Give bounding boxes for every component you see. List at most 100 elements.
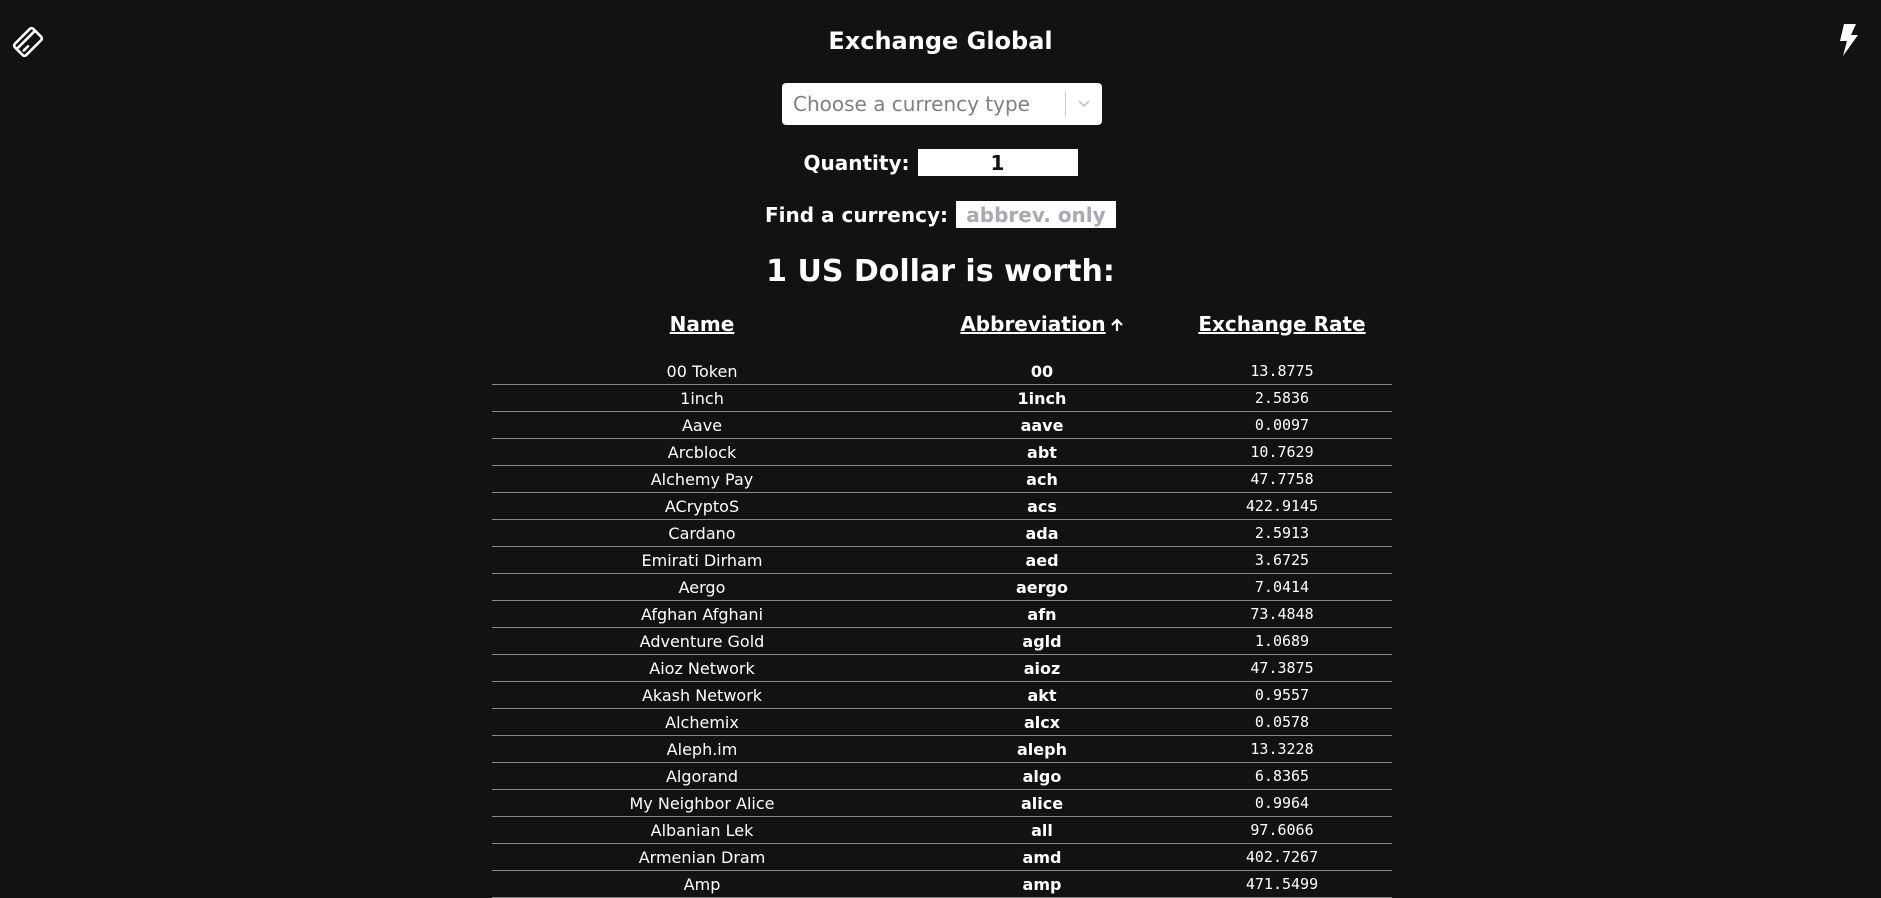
table-row: Adventure Gold agld 1.0689: [492, 627, 1392, 655]
currency-name-cell: Alchemix: [492, 708, 912, 736]
currency-abbreviation-cell: 1inch: [912, 384, 1172, 412]
exchange-rate-cell: 3.6725: [1172, 546, 1392, 574]
name-column-header[interactable]: Name: [492, 312, 912, 358]
table-row: My Neighbor Alice alice 0.9964: [492, 789, 1392, 817]
currency-name-cell: Armenian Dram: [492, 843, 912, 871]
currency-name-cell: ACryptoS: [492, 492, 912, 520]
currency-abbreviation-cell: alice: [912, 789, 1172, 817]
currency-select-placeholder: Choose a currency type: [793, 92, 1030, 116]
worth-heading: 1 US Dollar is worth:: [766, 254, 1115, 289]
exchange-rate-column-header[interactable]: Exchange Rate: [1172, 312, 1392, 358]
currency-name-cell: Amp: [492, 870, 912, 898]
name-header-label: Name: [669, 312, 735, 336]
chevron-down-icon[interactable]: [1066, 83, 1102, 125]
currency-name-cell: My Neighbor Alice: [492, 789, 912, 817]
exchange-rate-cell: 13.3228: [1172, 735, 1392, 763]
exchange-rate-cell: 47.3875: [1172, 654, 1392, 682]
exchange-rate-cell: 0.0578: [1172, 708, 1392, 736]
table-row: Arcblock abt 10.7629: [492, 438, 1392, 466]
currency-name-cell: Cardano: [492, 519, 912, 547]
currency-type-select[interactable]: Choose a currency type: [782, 83, 1102, 125]
table-row: Cardano ada 2.5913: [492, 519, 1392, 547]
table-row: Albanian Lek all 97.6066: [492, 816, 1392, 844]
table-row: Alchemy Pay ach 47.7758: [492, 465, 1392, 493]
currency-name-cell: Aioz Network: [492, 654, 912, 682]
exchange-rate-cell: 13.8775: [1172, 358, 1392, 385]
exchange-rate-cell: 422.9145: [1172, 492, 1392, 520]
exchange-rates-table: Name Abbreviation Exchange Rate 00 Token…: [492, 312, 1392, 898]
table-row: Afghan Afghani afn 73.4848: [492, 600, 1392, 628]
currency-abbreviation-cell: aergo: [912, 573, 1172, 601]
currency-name-cell: Afghan Afghani: [492, 600, 912, 628]
exchange-rate-cell: 0.9557: [1172, 681, 1392, 709]
app-title: Exchange Global: [828, 27, 1053, 55]
table-row: Aioz Network aioz 47.3875: [492, 654, 1392, 682]
exchange-rate-cell: 1.0689: [1172, 627, 1392, 655]
exchange-rate-cell: 73.4848: [1172, 600, 1392, 628]
currency-name-cell: Arcblock: [492, 438, 912, 466]
abbreviation-header-label: Abbreviation: [960, 312, 1106, 336]
find-currency-label: Find a currency:: [764, 202, 948, 227]
currency-name-cell: Aleph.im: [492, 735, 912, 763]
currency-name-cell: Algorand: [492, 762, 912, 790]
exchange-rate-cell: 6.8365: [1172, 762, 1392, 790]
currency-abbreviation-cell: amp: [912, 870, 1172, 898]
exchange-rate-cell: 10.7629: [1172, 438, 1392, 466]
table-row: Alchemix alcx 0.0578: [492, 708, 1392, 736]
table-row: Akash Network akt 0.9557: [492, 681, 1392, 709]
exchange-rate-header-label: Exchange Rate: [1198, 312, 1366, 336]
currency-abbreviation-cell: all: [912, 816, 1172, 844]
currency-abbreviation-cell: algo: [912, 762, 1172, 790]
currency-name-cell: Adventure Gold: [492, 627, 912, 655]
table-row: Armenian Dram amd 402.7267: [492, 843, 1392, 871]
currency-abbreviation-cell: alcx: [912, 708, 1172, 736]
currency-name-cell: 1inch: [492, 384, 912, 412]
currency-abbreviation-cell: agld: [912, 627, 1172, 655]
arrow-up-icon: [1110, 314, 1124, 338]
currency-name-cell: Aave: [492, 411, 912, 439]
currency-abbreviation-cell: ada: [912, 519, 1172, 547]
exchange-rate-cell: 471.5499: [1172, 870, 1392, 898]
currency-name-cell: 00 Token: [492, 358, 912, 385]
currency-name-cell: Alchemy Pay: [492, 465, 912, 493]
currency-name-cell: Emirati Dirham: [492, 546, 912, 574]
find-currency-row: Find a currency:: [0, 201, 1881, 228]
table-row: 1inch 1inch 2.5836: [492, 384, 1392, 412]
currency-abbreviation-cell: aave: [912, 411, 1172, 439]
currency-abbreviation-cell: akt: [912, 681, 1172, 709]
exchange-rate-cell: 402.7267: [1172, 843, 1392, 871]
exchange-rate-cell: 2.5836: [1172, 384, 1392, 412]
table-row: Aave aave 0.0097: [492, 411, 1392, 439]
find-currency-input[interactable]: [956, 201, 1116, 228]
table-header-row: Name Abbreviation Exchange Rate: [492, 312, 1392, 358]
currency-abbreviation-cell: amd: [912, 843, 1172, 871]
table-row: Amp amp 471.5499: [492, 870, 1392, 898]
exchange-rate-cell: 0.9964: [1172, 789, 1392, 817]
table-row: Aleph.im aleph 13.3228: [492, 735, 1392, 763]
abbreviation-column-header[interactable]: Abbreviation: [912, 312, 1172, 358]
quantity-row: Quantity:: [0, 149, 1881, 176]
currency-abbreviation-cell: 00: [912, 358, 1172, 385]
exchange-rate-cell: 2.5913: [1172, 519, 1392, 547]
currency-name-cell: Aergo: [492, 573, 912, 601]
table-body: 00 Token 00 13.8775 1inch 1inch 2.5836 Aave aav…: [492, 358, 1392, 898]
currency-abbreviation-cell: aed: [912, 546, 1172, 574]
currency-name-cell: Akash Network: [492, 681, 912, 709]
quantity-input[interactable]: [917, 149, 1078, 176]
currency-abbreviation-cell: ach: [912, 465, 1172, 493]
currency-abbreviation-cell: aioz: [912, 654, 1172, 682]
quantity-label: Quantity:: [803, 150, 910, 175]
table-row: Algorand algo 6.8365: [492, 762, 1392, 790]
currency-name-cell: Albanian Lek: [492, 816, 912, 844]
table-row: Emirati Dirham aed 3.6725: [492, 546, 1392, 574]
table-row: Aergo aergo 7.0414: [492, 573, 1392, 601]
currency-abbreviation-cell: acs: [912, 492, 1172, 520]
currency-abbreviation-cell: afn: [912, 600, 1172, 628]
exchange-rate-cell: 47.7758: [1172, 465, 1392, 493]
table-row: 00 Token 00 13.8775: [492, 358, 1392, 385]
exchange-rate-cell: 97.6066: [1172, 816, 1392, 844]
table-row: ACryptoS acs 422.9145: [492, 492, 1392, 520]
exchange-rate-cell: 0.0097: [1172, 411, 1392, 439]
exchange-rate-cell: 7.0414: [1172, 573, 1392, 601]
currency-abbreviation-cell: aleph: [912, 735, 1172, 763]
